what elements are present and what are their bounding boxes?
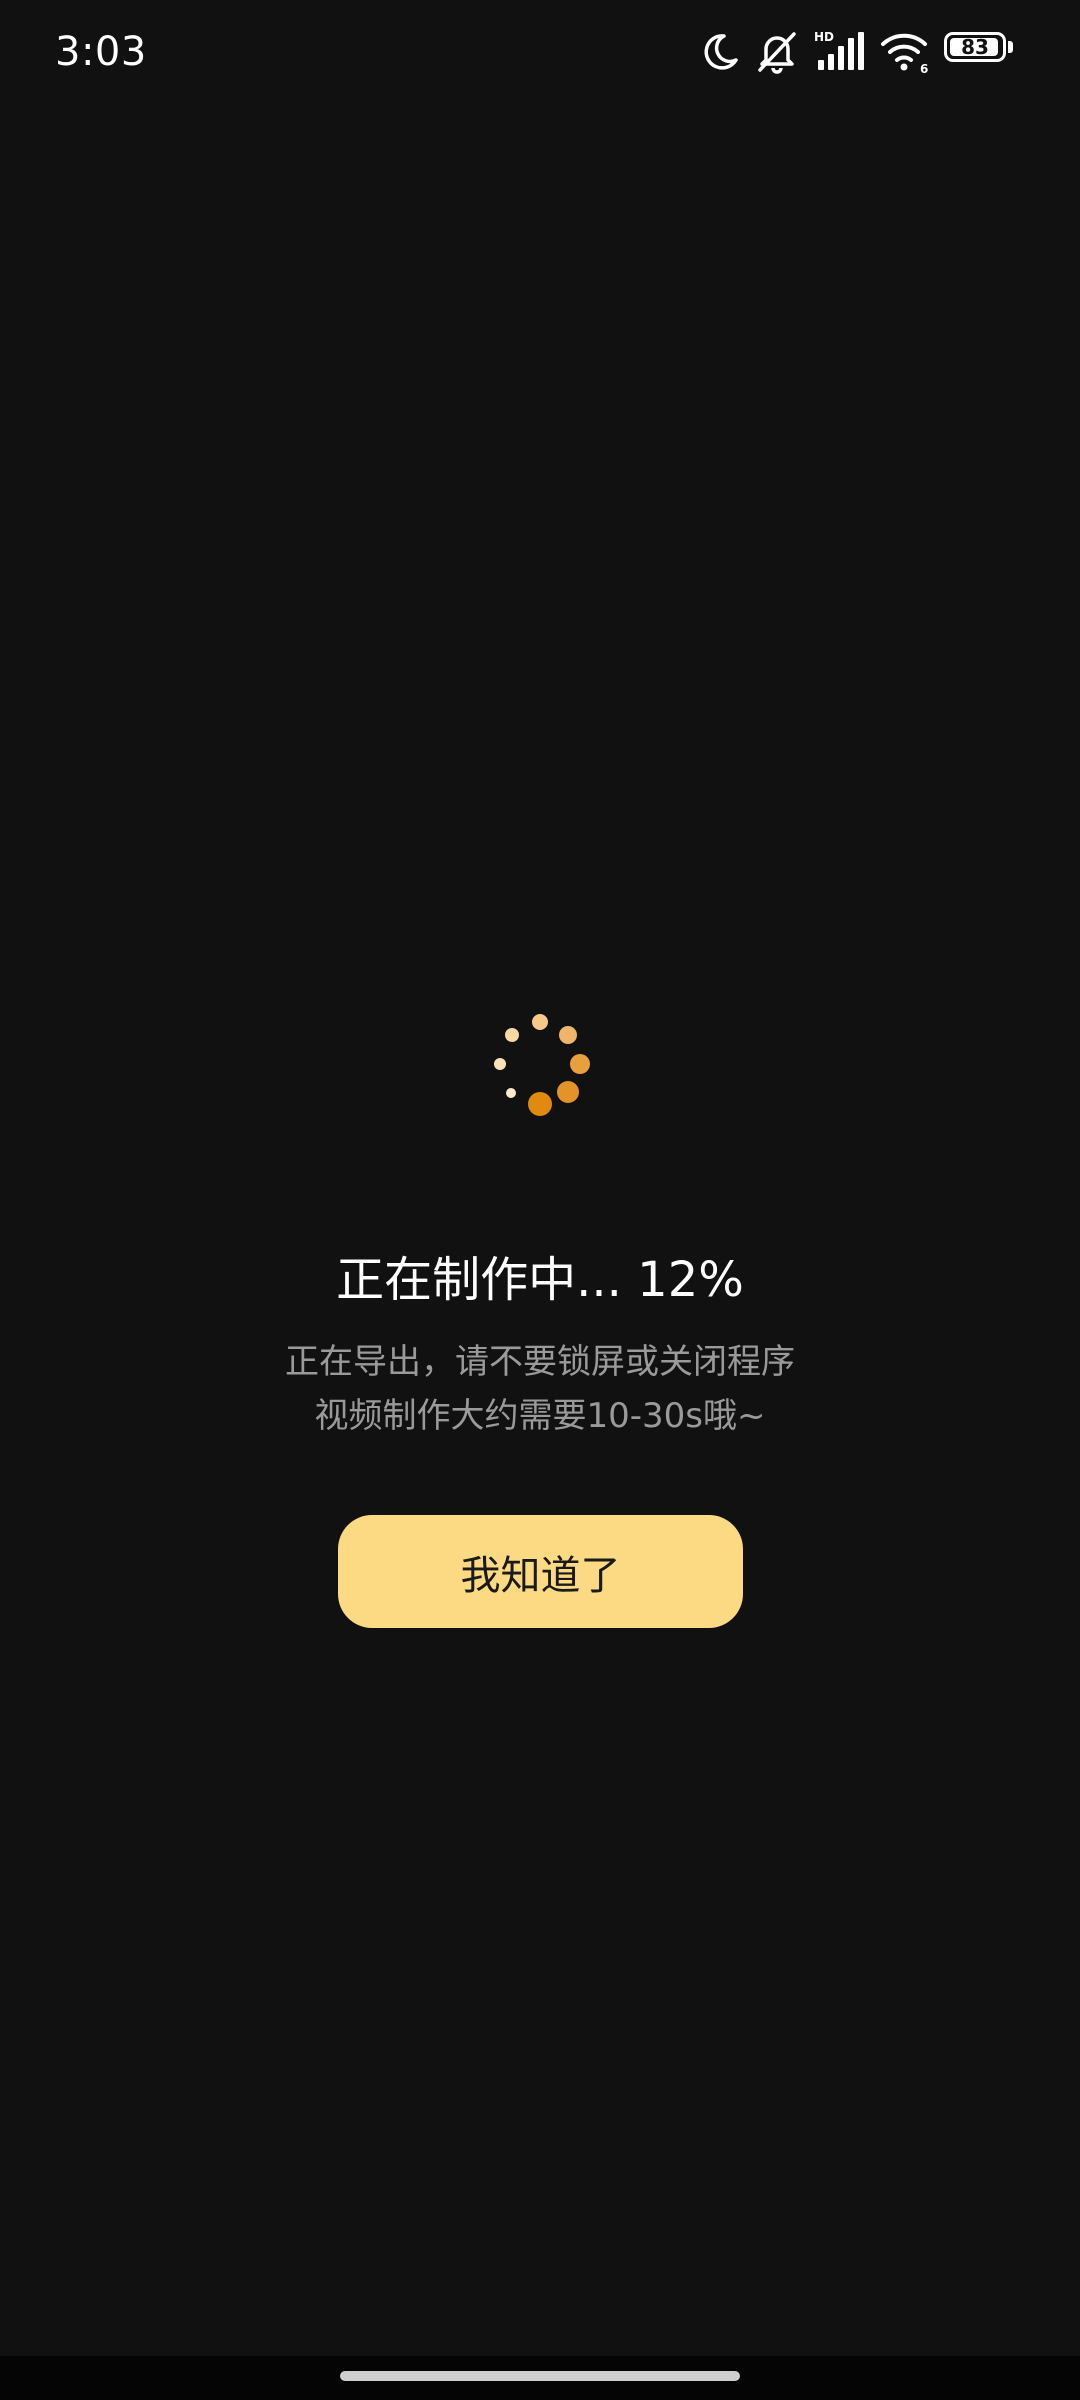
spinner-dot (532, 1014, 548, 1030)
spinner-dot (570, 1054, 590, 1074)
battery-icon: 83 (944, 32, 1014, 76)
got-it-button[interactable]: 我知道了 (338, 1515, 743, 1628)
wifi-icon: 6 (880, 30, 930, 74)
spinner-dot (506, 1088, 516, 1098)
hd-signal-icon: HD (814, 30, 866, 74)
loading-spinner-icon (480, 1000, 600, 1120)
progress-title: 正在制作中... 12% (336, 1252, 744, 1308)
spinner-dot (559, 1026, 577, 1044)
home-indicator[interactable] (340, 2371, 740, 2381)
spinner-dot (557, 1081, 579, 1103)
battery-level: 83 (961, 35, 989, 59)
status-bar: 3:03 HD 6 83 (0, 0, 1080, 104)
spinner-dot (528, 1092, 552, 1116)
progress-subtitle-line1: 正在导出，请不要锁屏或关闭程序 (285, 1342, 795, 1382)
export-progress-screen: 3:03 HD 6 83 正在制作中... 12% 正在导出，请不要锁屏或关闭程… (0, 0, 1080, 2400)
status-time: 3:03 (55, 29, 147, 75)
bell-off-icon (754, 30, 800, 74)
spinner-dot (494, 1058, 506, 1070)
hd-label: HD (814, 30, 834, 44)
moon-icon (700, 30, 740, 74)
spinner-dot (505, 1028, 519, 1042)
progress-subtitle-line2: 视频制作大约需要10-30s哦~ (314, 1396, 766, 1436)
status-icons: HD 6 83 (686, 30, 1014, 74)
wifi-6-label: 6 (920, 62, 928, 74)
